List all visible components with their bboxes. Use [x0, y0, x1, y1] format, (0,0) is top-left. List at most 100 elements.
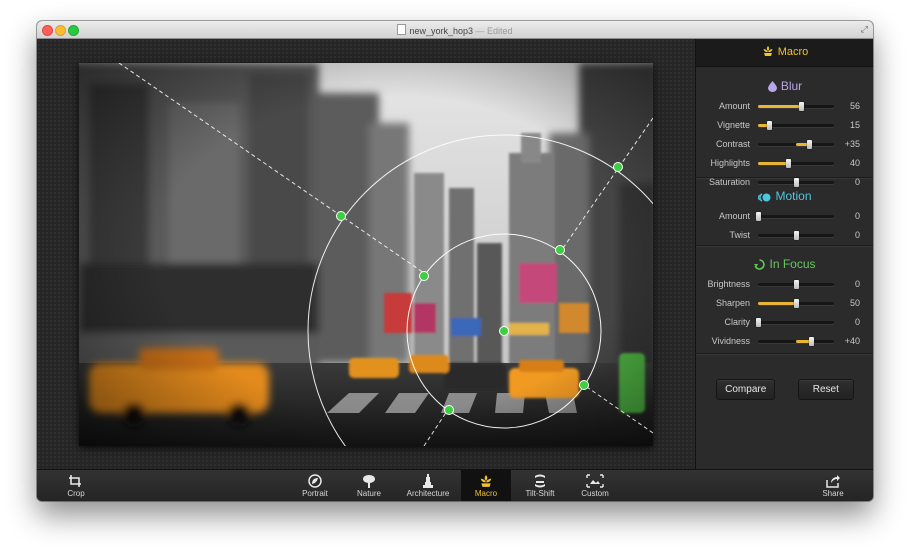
slider-track[interactable] [758, 280, 834, 289]
photo-canvas [79, 63, 653, 446]
slider-value: 40 [849, 158, 860, 168]
slider-knob[interactable] [794, 231, 799, 240]
photo-preview [79, 63, 653, 446]
slider-value: 15 [849, 120, 860, 130]
slider-row: Highlights 40 [696, 154, 873, 173]
slider-track[interactable] [758, 159, 834, 168]
slider-label: Amount [718, 211, 750, 221]
document-icon [397, 24, 407, 35]
preset-nature[interactable]: Nature [349, 470, 389, 501]
slider-value: 50 [849, 298, 860, 308]
in-focus-title: In Focus [696, 253, 873, 275]
slider-label: Brightness [707, 279, 750, 289]
preset-macro[interactable]: Macro [461, 470, 511, 501]
slider-row: Brightness 0 [696, 275, 873, 294]
slider-knob[interactable] [807, 140, 813, 149]
preset-tilt-shift[interactable]: Tilt-Shift [519, 470, 561, 501]
blur-title: Blur [696, 75, 873, 97]
bottom-toolbar: Crop Portrait Nature Architecture Macro … [37, 469, 873, 501]
slider-fill [758, 302, 796, 305]
preset-header: Macro [696, 39, 873, 67]
slider-label: Vividness [711, 336, 750, 346]
slider-knob[interactable] [798, 102, 804, 111]
slider-track[interactable] [756, 318, 834, 327]
slider-value: +35 [844, 139, 860, 149]
tree-icon [363, 475, 375, 488]
slider-value: 0 [854, 211, 860, 221]
inner-circle-handle[interactable] [579, 380, 589, 390]
custom-image-icon [586, 474, 604, 488]
slider-knob[interactable] [794, 299, 799, 308]
slider-row: Sharpen 50 [696, 294, 873, 313]
in-focus-section: In Focus Brightness 0 Sharpen 50 Clarity 0 Viv… [696, 246, 873, 354]
slider-track[interactable] [758, 140, 834, 149]
center-handle[interactable] [499, 326, 509, 336]
slider-row: Contrast +35 [696, 135, 873, 154]
blur-section: Blur Amount 56 Vignette 15 Contrast +35 Highli… [696, 67, 873, 187]
inner-circle-handle[interactable] [555, 245, 565, 255]
share-button[interactable]: Share [815, 470, 851, 501]
slider-label: Sharpen [715, 298, 750, 308]
sidebar-buttons: Compare Reset [696, 379, 873, 400]
slider-row: Amount 56 [696, 97, 873, 116]
droplet-icon [767, 81, 777, 92]
preset-architecture[interactable]: Architecture [402, 470, 454, 501]
slider-value: 56 [849, 101, 860, 111]
slider-track[interactable] [758, 299, 834, 308]
slider-knob[interactable] [756, 318, 761, 327]
refresh-focus-icon [754, 259, 766, 270]
slider-label: Vignette [717, 120, 750, 130]
share-icon [826, 475, 840, 488]
slider-value: +40 [844, 336, 860, 346]
slider-track[interactable] [758, 121, 834, 130]
adjustments-sidebar: Macro Blur Amount 56 Vignette 15 Contrast +35… [695, 39, 873, 469]
motion-icon [758, 193, 771, 202]
window-title: new_york_hop3 [409, 26, 473, 36]
slider-track[interactable] [758, 231, 834, 240]
slider-knob[interactable] [767, 121, 773, 130]
edited-status: — Edited [475, 26, 513, 36]
app-window: new_york_hop3 — Edited ⤢ Macro Blur Amou… [37, 21, 873, 501]
outer-circle-handle[interactable] [613, 162, 623, 172]
motion-section: Motion Amount 0 Twist 0 [696, 178, 873, 246]
slider-label: Highlights [710, 158, 750, 168]
portrait-icon [308, 474, 322, 488]
statue-icon [423, 474, 433, 488]
slider-track[interactable] [758, 102, 834, 111]
slider-label: Clarity [724, 317, 750, 327]
slider-row: Vividness +40 [696, 332, 873, 351]
tilt-shift-icon [535, 474, 545, 488]
slider-fill [758, 105, 801, 108]
preset-title: Macro [777, 46, 809, 58]
slider-value: 0 [854, 317, 860, 327]
slider-row: Clarity 0 [696, 313, 873, 332]
title-bar: new_york_hop3 — Edited ⤢ [37, 21, 873, 39]
slider-label: Amount [718, 101, 750, 111]
slider-row: Vignette 15 [696, 116, 873, 135]
reset-button[interactable]: Reset [797, 379, 854, 400]
slider-knob[interactable] [756, 212, 761, 221]
canvas-area [37, 39, 695, 469]
slider-fill [758, 162, 789, 165]
slider-knob[interactable] [794, 280, 799, 289]
motion-title: Motion [696, 185, 873, 207]
slider-value: 0 [854, 230, 860, 240]
crop-icon [69, 475, 81, 487]
slider-value: 0 [854, 279, 860, 289]
compare-button[interactable]: Compare [716, 379, 776, 400]
outer-circle-handle[interactable] [336, 211, 346, 221]
preset-portrait[interactable]: Portrait [295, 470, 335, 501]
slider-row: Twist 0 [696, 226, 873, 245]
slider-track[interactable] [758, 337, 834, 346]
macro-flower-icon [763, 46, 773, 56]
slider-knob[interactable] [786, 159, 792, 168]
macro-flower-icon [480, 475, 492, 487]
slider-track[interactable] [756, 212, 834, 221]
inner-circle-handle[interactable] [444, 405, 454, 415]
slider-knob[interactable] [809, 337, 815, 346]
slider-label: Twist [729, 230, 750, 240]
inner-circle-handle[interactable] [419, 271, 429, 281]
preset-custom[interactable]: Custom [575, 470, 615, 501]
crop-button[interactable]: Crop [59, 470, 93, 501]
fullscreen-icon[interactable]: ⤢ [861, 24, 868, 35]
